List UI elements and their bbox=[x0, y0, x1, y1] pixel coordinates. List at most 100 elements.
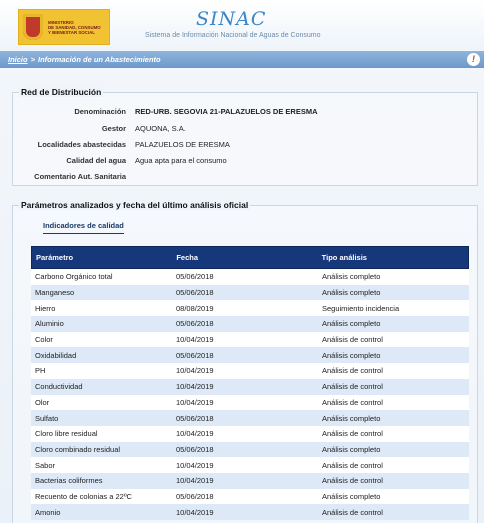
analysis-type-cell: Análisis de control bbox=[322, 507, 383, 517]
parameter-cell: Manganeso bbox=[35, 288, 75, 298]
date-cell: 10/04/2019 bbox=[176, 476, 214, 486]
analysis-type-cell: Análisis de control bbox=[322, 460, 383, 470]
parameter-cell: Oxidabilidad bbox=[35, 350, 77, 360]
column-header[interactable]: Fecha bbox=[176, 253, 321, 262]
table-row[interactable]: Carbono Orgánico total 05/06/2018 Análisis… bbox=[31, 269, 469, 285]
analysis-type-cell: Análisis de control bbox=[322, 476, 383, 486]
date-cell: 05/06/2018 bbox=[176, 444, 214, 454]
page-header: MINISTERIO DE SANIDAD, CONSUMO Y BIENEST… bbox=[0, 0, 484, 50]
field-value: PALAZUELOS DE ERESMA bbox=[135, 140, 230, 149]
table-row[interactable]: Olor 10/04/2019 Análisis de control bbox=[31, 394, 469, 411]
field-value: RED-URB. SEGOVIA 21-PALAZUELOS DE ERESMA bbox=[135, 107, 318, 116]
date-cell: 10/04/2019 bbox=[176, 382, 214, 392]
breadcrumb-current: Información de un Abastecimiento bbox=[37, 55, 161, 64]
parameter-cell: Sulfato bbox=[35, 413, 59, 423]
column-header[interactable]: Tipo análisis bbox=[322, 253, 468, 262]
table-row[interactable]: Sabor 10/04/2019 Análisis de control bbox=[31, 457, 469, 473]
analysis-type-cell: Análisis completo bbox=[322, 288, 381, 298]
parameter-cell: Bacterias coliformes bbox=[35, 476, 103, 486]
date-cell: 05/06/2018 bbox=[176, 288, 214, 298]
parameters-title: Parámetros analizados y fecha del último… bbox=[19, 200, 251, 210]
table-row[interactable]: Manganeso 05/06/2018 Análisis completo bbox=[31, 284, 469, 301]
analysis-type-cell: Análisis completo bbox=[322, 491, 381, 501]
field-label: Comentario Aut. Sanitaria bbox=[34, 172, 126, 181]
analysis-type-cell: Análisis completo bbox=[322, 444, 381, 454]
date-cell: 05/06/2018 bbox=[176, 319, 214, 329]
date-cell: 10/04/2019 bbox=[176, 507, 214, 517]
column-header[interactable]: Parámetro bbox=[32, 253, 176, 262]
field-label: Calidad del agua bbox=[66, 156, 126, 165]
field-value: Agua apta para el consumo bbox=[135, 156, 227, 165]
date-cell: 05/06/2018 bbox=[176, 491, 214, 501]
date-cell: 10/04/2019 bbox=[176, 460, 214, 470]
parameter-cell: Conductividad bbox=[35, 382, 83, 392]
table-row[interactable]: Oxidabilidad 05/06/2018 Análisis completo bbox=[31, 347, 469, 364]
field-label: Denominación bbox=[74, 107, 126, 116]
coat-of-arms-icon bbox=[23, 14, 43, 40]
parameter-cell: Sabor bbox=[35, 460, 56, 470]
breadcrumb: Inicio > Información de un Abastecimient… bbox=[0, 51, 484, 68]
parameter-cell: Recuento de colonias a 22ºC bbox=[35, 491, 132, 501]
table-row[interactable]: Cloro libre residual 10/04/2019 Análisis d… bbox=[31, 425, 469, 442]
date-cell: 10/04/2019 bbox=[176, 366, 214, 376]
parameter-cell: Hierro bbox=[35, 303, 56, 313]
table-row[interactable]: Recuento de colonias a 22ºC 05/06/2018 Aná… bbox=[31, 488, 469, 505]
analysis-type-cell: Análisis de control bbox=[322, 397, 383, 407]
analysis-type-cell: Análisis completo bbox=[322, 319, 381, 329]
parameter-cell: Olor bbox=[35, 397, 50, 407]
field-localidades: Localidades abastecidas PALAZUELOS DE ER… bbox=[13, 140, 479, 149]
date-cell: 08/08/2019 bbox=[176, 303, 214, 313]
analysis-type-cell: Seguimiento incidencia bbox=[322, 303, 400, 313]
date-cell: 05/06/2018 bbox=[176, 350, 214, 360]
field-value: AQUONA, S.A. bbox=[135, 124, 186, 133]
info-icon[interactable]: ! bbox=[467, 53, 480, 66]
field-gestor: Gestor AQUONA, S.A. bbox=[13, 124, 479, 133]
ministry-name: MINISTERIO DE SANIDAD, CONSUMO Y BIENEST… bbox=[48, 19, 101, 35]
sinac-subtitle: Sistema de Información Nacional de Aguas… bbox=[145, 32, 321, 39]
analysis-type-cell: Análisis de control bbox=[322, 335, 383, 345]
tab-indicadores-calidad[interactable]: Indicadores de calidad bbox=[43, 221, 124, 234]
table-row[interactable]: Hierro 08/08/2019 Seguimiento incidencia bbox=[31, 300, 469, 317]
field-comentario: Comentario Aut. Sanitaria bbox=[13, 172, 479, 181]
date-cell: 05/06/2018 bbox=[176, 272, 214, 282]
analysis-type-cell: Análisis de control bbox=[322, 429, 383, 439]
date-cell: 10/04/2019 bbox=[176, 397, 214, 407]
analysis-type-cell: Análisis de control bbox=[322, 366, 383, 376]
parameters-panel: Parámetros analizados y fecha del último… bbox=[12, 200, 478, 523]
table-row[interactable]: PH 10/04/2019 Análisis de control bbox=[31, 363, 469, 379]
date-cell: 10/04/2019 bbox=[176, 335, 214, 345]
analysis-type-cell: Análisis completo bbox=[322, 350, 381, 360]
field-denominacion: Denominación RED-URB. SEGOVIA 21-PALAZUE… bbox=[13, 107, 479, 116]
parameter-cell: Aluminio bbox=[35, 319, 64, 329]
table-row[interactable]: Color 10/04/2019 Análisis de control bbox=[31, 331, 469, 348]
table-header: Parámetro Fecha Tipo análisis bbox=[31, 246, 469, 269]
analysis-type-cell: Análisis de control bbox=[322, 382, 383, 392]
breadcrumb-separator: > bbox=[30, 55, 35, 64]
table-row[interactable]: Bacterias coliformes 10/04/2019 Análisis d… bbox=[31, 472, 469, 489]
ministry-logo[interactable]: MINISTERIO DE SANIDAD, CONSUMO Y BIENEST… bbox=[18, 9, 110, 45]
table-body: Carbono Orgánico total 05/06/2018 Análisis… bbox=[31, 269, 469, 520]
table-row[interactable]: Cloro combinado residual 05/06/2018 Anális… bbox=[31, 441, 469, 458]
parameter-cell: Amonio bbox=[35, 507, 61, 517]
sinac-logo: SINAC bbox=[196, 8, 267, 30]
field-calidad: Calidad del agua Agua apta para el consu… bbox=[13, 156, 479, 165]
analysis-type-cell: Análisis completo bbox=[322, 272, 381, 282]
date-cell: 10/04/2019 bbox=[176, 429, 214, 439]
breadcrumb-home-link[interactable]: Inicio bbox=[8, 55, 28, 64]
parameter-cell: Cloro combinado residual bbox=[35, 444, 121, 454]
parameter-cell: Cloro libre residual bbox=[35, 429, 98, 439]
table-row[interactable]: Amonio 10/04/2019 Análisis de control bbox=[31, 504, 469, 520]
field-label: Gestor bbox=[101, 124, 126, 133]
table-row[interactable]: Sulfato 05/06/2018 Análisis completo bbox=[31, 410, 469, 426]
analysis-type-cell: Análisis completo bbox=[322, 413, 381, 423]
table-row[interactable]: Aluminio 05/06/2018 Análisis completo bbox=[31, 316, 469, 332]
distribution-panel: Red de Distribución Denominación RED-URB… bbox=[12, 87, 479, 186]
parameters-table: Parámetro Fecha Tipo análisis Carbono Or… bbox=[31, 246, 469, 520]
field-label: Localidades abastecidas bbox=[37, 140, 126, 149]
table-row[interactable]: Conductividad 10/04/2019 Análisis de contr… bbox=[31, 378, 469, 395]
distribution-title: Red de Distribución bbox=[19, 87, 104, 97]
parameter-cell: Color bbox=[35, 335, 53, 345]
parameter-cell: Carbono Orgánico total bbox=[35, 272, 113, 282]
parameter-cell: PH bbox=[35, 366, 46, 376]
date-cell: 05/06/2018 bbox=[176, 413, 214, 423]
